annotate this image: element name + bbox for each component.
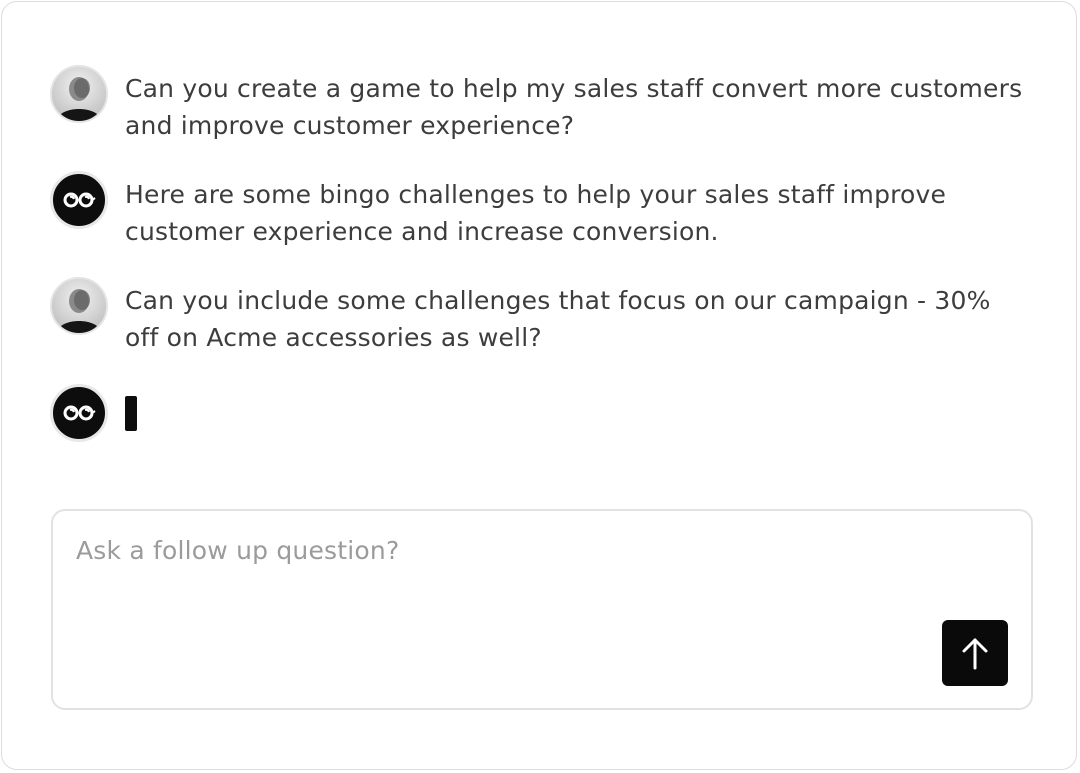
- arrow-up-icon: [962, 638, 988, 670]
- message-text: Here are some bingo challenges to help y…: [125, 180, 947, 246]
- message-text: Can you include some challenges that foc…: [125, 286, 991, 352]
- input-placeholder: Ask a follow up question?: [76, 536, 400, 565]
- bot-avatar: [50, 384, 108, 442]
- chat-message-user: Can you include some challenges that foc…: [50, 277, 1030, 356]
- chat-message-assistant-typing: [50, 384, 137, 442]
- user-avatar: [50, 277, 108, 335]
- send-button[interactable]: [942, 620, 1008, 686]
- bot-glasses-icon: [63, 192, 96, 208]
- chat-message-assistant: Here are some bingo challenges to help y…: [50, 171, 1030, 250]
- follow-up-input[interactable]: Ask a follow up question?: [51, 509, 1033, 710]
- bot-glasses-icon: [63, 405, 96, 421]
- user-avatar: [50, 65, 108, 123]
- chat-message-user: Can you create a game to help my sales s…: [50, 65, 1030, 144]
- chat-window: Can you create a game to help my sales s…: [1, 1, 1077, 770]
- user-photo-avatar-icon: [52, 279, 106, 333]
- user-photo-avatar-icon: [52, 67, 106, 121]
- bot-avatar: [50, 171, 108, 229]
- typing-cursor: [125, 396, 137, 431]
- message-text: Can you create a game to help my sales s…: [125, 74, 1023, 140]
